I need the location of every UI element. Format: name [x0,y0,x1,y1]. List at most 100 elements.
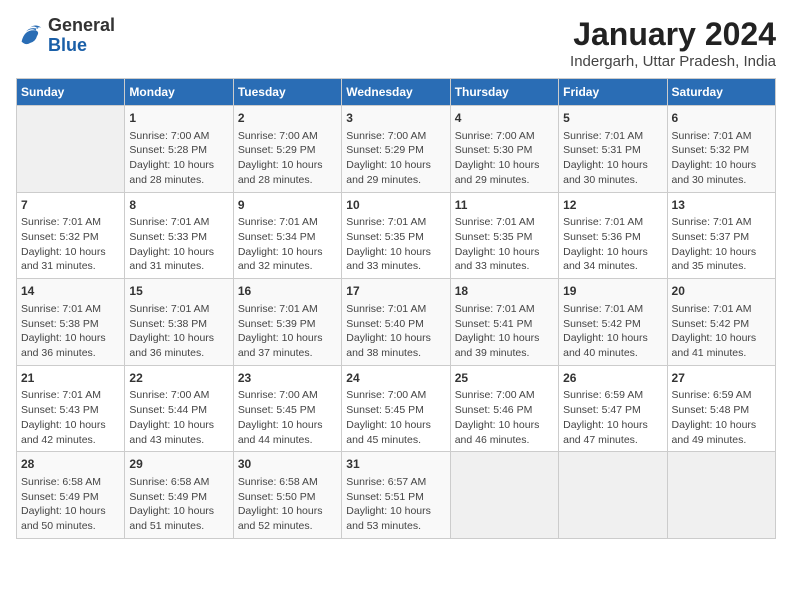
sunrise-label: Sunrise: 7:01 AM [238,303,318,315]
daylight-minutes: and 32 minutes. [238,260,313,272]
cell-content: Sunrise: 7:01 AM Sunset: 5:42 PM Dayligh… [672,302,771,361]
sunset-label: Sunset: 5:37 PM [672,231,750,243]
calendar-week-row: 21 Sunrise: 7:01 AM Sunset: 5:43 PM Dayl… [17,365,776,452]
cell-content: Sunrise: 7:01 AM Sunset: 5:37 PM Dayligh… [672,215,771,274]
cell-content: Sunrise: 7:01 AM Sunset: 5:41 PM Dayligh… [455,302,554,361]
sunrise-label: Sunrise: 6:58 AM [238,476,318,488]
day-number: 15 [129,283,228,300]
calendar-cell: 23 Sunrise: 7:00 AM Sunset: 5:45 PM Dayl… [233,365,341,452]
calendar-cell: 13 Sunrise: 7:01 AM Sunset: 5:37 PM Dayl… [667,192,775,279]
day-number: 3 [346,110,445,127]
sunset-label: Sunset: 5:35 PM [346,231,424,243]
calendar-cell: 8 Sunrise: 7:01 AM Sunset: 5:33 PM Dayli… [125,192,233,279]
sunset-label: Sunset: 5:32 PM [21,231,99,243]
day-number: 28 [21,456,120,473]
daylight-minutes: and 36 minutes. [21,347,96,359]
cell-content: Sunrise: 7:01 AM Sunset: 5:35 PM Dayligh… [455,215,554,274]
day-number: 1 [129,110,228,127]
page-subtitle: Indergarh, Uttar Pradesh, India [570,53,776,70]
cell-content: Sunrise: 7:00 AM Sunset: 5:45 PM Dayligh… [238,388,337,447]
sunset-label: Sunset: 5:51 PM [346,491,424,503]
day-number: 6 [672,110,771,127]
daylight-label: Daylight: 10 hours [129,505,214,517]
sunset-label: Sunset: 5:28 PM [129,144,207,156]
sunset-label: Sunset: 5:29 PM [238,144,316,156]
daylight-label: Daylight: 10 hours [129,332,214,344]
calendar-cell: 20 Sunrise: 7:01 AM Sunset: 5:42 PM Dayl… [667,279,775,366]
daylight-minutes: and 45 minutes. [346,434,421,446]
sunrise-label: Sunrise: 7:01 AM [455,303,535,315]
daylight-minutes: and 52 minutes. [238,520,313,532]
cell-content: Sunrise: 7:00 AM Sunset: 5:28 PM Dayligh… [129,129,228,188]
calendar-cell: 18 Sunrise: 7:01 AM Sunset: 5:41 PM Dayl… [450,279,558,366]
page-title: January 2024 [570,16,776,53]
calendar-table: SundayMondayTuesdayWednesdayThursdayFrid… [16,78,776,539]
sunset-label: Sunset: 5:45 PM [346,404,424,416]
calendar-cell [559,452,667,539]
daylight-label: Daylight: 10 hours [346,419,431,431]
cell-content: Sunrise: 7:00 AM Sunset: 5:45 PM Dayligh… [346,388,445,447]
calendar-cell: 19 Sunrise: 7:01 AM Sunset: 5:42 PM Dayl… [559,279,667,366]
daylight-label: Daylight: 10 hours [21,332,106,344]
daylight-minutes: and 29 minutes. [346,174,421,186]
sunset-label: Sunset: 5:34 PM [238,231,316,243]
sunrise-label: Sunrise: 7:00 AM [238,389,318,401]
cell-content: Sunrise: 7:00 AM Sunset: 5:29 PM Dayligh… [346,129,445,188]
calendar-cell: 6 Sunrise: 7:01 AM Sunset: 5:32 PM Dayli… [667,106,775,193]
daylight-label: Daylight: 10 hours [346,505,431,517]
sunrise-label: Sunrise: 7:01 AM [672,303,752,315]
cell-content: Sunrise: 7:01 AM Sunset: 5:38 PM Dayligh… [129,302,228,361]
day-number: 25 [455,370,554,387]
sunrise-label: Sunrise: 6:59 AM [563,389,643,401]
daylight-label: Daylight: 10 hours [21,419,106,431]
day-number: 31 [346,456,445,473]
calendar-cell: 14 Sunrise: 7:01 AM Sunset: 5:38 PM Dayl… [17,279,125,366]
cell-content: Sunrise: 7:00 AM Sunset: 5:29 PM Dayligh… [238,129,337,188]
sunset-label: Sunset: 5:46 PM [455,404,533,416]
daylight-label: Daylight: 10 hours [672,159,757,171]
calendar-cell: 3 Sunrise: 7:00 AM Sunset: 5:29 PM Dayli… [342,106,450,193]
daylight-label: Daylight: 10 hours [21,505,106,517]
sunrise-label: Sunrise: 7:00 AM [238,130,318,142]
day-number: 22 [129,370,228,387]
sunrise-label: Sunrise: 6:58 AM [21,476,101,488]
cell-content: Sunrise: 7:01 AM Sunset: 5:34 PM Dayligh… [238,215,337,274]
sunrise-label: Sunrise: 7:01 AM [21,216,101,228]
day-number: 17 [346,283,445,300]
calendar-cell: 9 Sunrise: 7:01 AM Sunset: 5:34 PM Dayli… [233,192,341,279]
sunset-label: Sunset: 5:38 PM [21,318,99,330]
cell-content: Sunrise: 7:01 AM Sunset: 5:38 PM Dayligh… [21,302,120,361]
calendar-cell: 24 Sunrise: 7:00 AM Sunset: 5:45 PM Dayl… [342,365,450,452]
daylight-minutes: and 29 minutes. [455,174,530,186]
calendar-cell: 26 Sunrise: 6:59 AM Sunset: 5:47 PM Dayl… [559,365,667,452]
daylight-label: Daylight: 10 hours [563,159,648,171]
calendar-cell [667,452,775,539]
sunrise-label: Sunrise: 7:01 AM [129,216,209,228]
sunset-label: Sunset: 5:35 PM [455,231,533,243]
calendar-cell: 12 Sunrise: 7:01 AM Sunset: 5:36 PM Dayl… [559,192,667,279]
day-number: 8 [129,197,228,214]
daylight-minutes: and 36 minutes. [129,347,204,359]
cell-content: Sunrise: 7:01 AM Sunset: 5:32 PM Dayligh… [21,215,120,274]
daylight-label: Daylight: 10 hours [563,332,648,344]
sunrise-label: Sunrise: 6:59 AM [672,389,752,401]
calendar-cell: 4 Sunrise: 7:00 AM Sunset: 5:30 PM Dayli… [450,106,558,193]
calendar-cell: 30 Sunrise: 6:58 AM Sunset: 5:50 PM Dayl… [233,452,341,539]
daylight-label: Daylight: 10 hours [563,419,648,431]
daylight-label: Daylight: 10 hours [455,159,540,171]
sunset-label: Sunset: 5:33 PM [129,231,207,243]
day-number: 23 [238,370,337,387]
day-number: 19 [563,283,662,300]
calendar-cell: 15 Sunrise: 7:01 AM Sunset: 5:38 PM Dayl… [125,279,233,366]
cell-content: Sunrise: 7:01 AM Sunset: 5:43 PM Dayligh… [21,388,120,447]
daylight-minutes: and 37 minutes. [238,347,313,359]
calendar-cell: 16 Sunrise: 7:01 AM Sunset: 5:39 PM Dayl… [233,279,341,366]
sunrise-label: Sunrise: 7:01 AM [563,130,643,142]
daylight-minutes: and 30 minutes. [672,174,747,186]
logo: General Blue [16,16,115,56]
cell-content: Sunrise: 7:00 AM Sunset: 5:30 PM Dayligh… [455,129,554,188]
sunset-label: Sunset: 5:39 PM [238,318,316,330]
sunrise-label: Sunrise: 7:01 AM [672,216,752,228]
daylight-label: Daylight: 10 hours [455,246,540,258]
sunset-label: Sunset: 5:43 PM [21,404,99,416]
